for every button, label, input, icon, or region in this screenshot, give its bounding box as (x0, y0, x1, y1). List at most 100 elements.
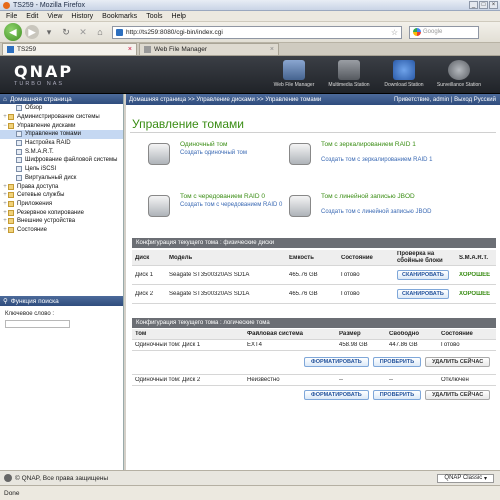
url-bar[interactable]: http://ts259:8080/cgi-bin/index.cgi ☆ (112, 25, 402, 39)
folder-icon (8, 200, 14, 207)
breadcrumb-path[interactable]: Домашняя страница >> Управление дисками … (129, 97, 321, 103)
folder-icon (8, 218, 14, 225)
sidebar-item-label: Приложения (17, 200, 53, 207)
delete-button[interactable]: УДАЛИТЬ СЕЙЧАС (425, 357, 491, 367)
jbod-option: Том с линейной записью JBOD Создать том … (289, 193, 439, 225)
volume-name: Одиночный том: Диск 1 (135, 342, 201, 348)
camera-icon (448, 60, 470, 80)
multimedia-station-shortcut[interactable]: Multimedia Station (322, 58, 376, 92)
folder-icon (8, 114, 14, 121)
smart-status-link[interactable]: ХОРОШЕЕ (456, 291, 496, 297)
maximize-button[interactable]: □ (479, 1, 488, 9)
sidebar-item[interactable]: + Права доступа (0, 182, 123, 191)
back-button[interactable]: ◀ (4, 23, 22, 41)
minimize-button[interactable]: _ (469, 1, 478, 9)
menu-view[interactable]: View (47, 13, 62, 20)
forward-button[interactable]: ▶ (25, 25, 39, 39)
page-title: Управление томами (132, 117, 244, 131)
bookmark-star-icon[interactable]: ☆ (391, 28, 398, 37)
physical-disks-header: Конфигурация текущего тома : физические … (132, 238, 496, 248)
menu-history[interactable]: History (71, 13, 93, 20)
disk-capacity: 465.76 GB (289, 291, 318, 297)
sidebar-item-label: Внешние устройства (17, 218, 76, 225)
logical-volumes-header: Конфигурация текущего тома : логические … (132, 318, 496, 328)
create-single-volume-link[interactable]: Создать одиночный том (180, 150, 298, 157)
page-icon (16, 174, 22, 181)
format-button[interactable]: ФОРМАТИРОВАТЬ (304, 357, 369, 367)
sidebar-item[interactable]: + Приложения (0, 200, 123, 209)
sidebar-item[interactable]: Виртуальный диск (0, 174, 123, 183)
sidebar-item[interactable]: − Управление дисками (0, 121, 123, 130)
check-button[interactable]: ПРОВЕРИТЬ (372, 357, 422, 367)
table-row: Диск 1 Seagate ST3500320AS SD1A 465.76 G… (132, 266, 496, 285)
web-file-manager-shortcut[interactable]: Web File Manager (267, 58, 321, 92)
tab-web-file-manager[interactable]: Web File Manager × (139, 43, 279, 55)
user-greeting[interactable]: Приветствие, admin | Выход Русский (394, 97, 496, 103)
download-station-shortcut[interactable]: Download Station (377, 58, 431, 92)
scan-button[interactable]: СКАНИРОВАТЬ (397, 270, 449, 280)
navigation-tree: Обзор + Администрирование системы − Управлен… (0, 104, 123, 234)
tab-close-icon[interactable]: × (270, 46, 274, 53)
create-raid1-link[interactable]: Создать том с зеркалированием RAID 1 (321, 157, 439, 164)
tab-favicon (7, 46, 14, 53)
volume-fs: EXT4 (247, 342, 263, 348)
col-filesystem: Файловая система (247, 331, 303, 337)
page-icon (16, 140, 22, 147)
tab-ts259[interactable]: TS259 × (2, 43, 137, 55)
table-row: Одиночный том: Диск 1 EXT4 458.98 GB 447… (132, 340, 496, 351)
sidebar-item[interactable]: + Резервное копирование (0, 208, 123, 217)
create-jbod-link[interactable]: Создать том с линейной записью JBOD (321, 209, 439, 216)
sidebar-item[interactable]: Шифрование файловой системы (0, 156, 123, 165)
logical-volumes-table-cont: Одиночный том: Диск 2 Неизвестно -- -- О… (132, 374, 496, 386)
stop-icon[interactable]: ✕ (76, 25, 90, 39)
theme-select[interactable]: QNAP Classic ▾ (437, 473, 494, 483)
home-icon[interactable]: ⌂ (93, 25, 107, 39)
status-text: Done (4, 489, 20, 497)
option-title: Том с зеркалированием RAID 1 (321, 141, 416, 148)
tab-close-icon[interactable]: × (128, 46, 132, 53)
raid1-disk-icon (289, 143, 311, 165)
multimedia-icon (338, 60, 360, 80)
sidebar-item[interactable]: Обзор (0, 104, 123, 113)
copyright: © QNAP, Все права защищены (15, 474, 109, 482)
table-row: Диск 2 Seagate ST3500320AS SD1A 465.76 G… (132, 285, 496, 304)
menu-help[interactable]: Help (172, 13, 186, 20)
dropdown-history-icon[interactable]: ▾ (42, 25, 56, 39)
sidebar-item[interactable]: + Внешние устройства (0, 217, 123, 226)
sidebar-item[interactable]: Настройка RAID (0, 139, 123, 148)
sidebar-header-label: Домашняя страница (9, 95, 72, 103)
close-button[interactable]: × (489, 1, 498, 9)
surveillance-station-shortcut[interactable]: Surveillance Station (432, 58, 486, 92)
format-button[interactable]: ФОРМАТИРОВАТЬ (304, 390, 369, 400)
volume-name: Одиночный том: Диск 2 (135, 377, 201, 383)
create-raid0-link[interactable]: Создать том с чередованием RAID 0 (180, 202, 298, 209)
sidebar-item-label: Права доступа (17, 183, 59, 190)
col-smart: S.M.A.R.T. (459, 254, 489, 261)
folder-icon (8, 183, 14, 190)
delete-button[interactable]: УДАЛИТЬ СЕЙЧАС (425, 390, 491, 400)
firefox-icon (3, 1, 10, 9)
menu-file[interactable]: File (6, 13, 17, 20)
sidebar-item[interactable]: Управление томами (0, 130, 123, 139)
keyword-input[interactable] (5, 320, 70, 328)
raid1-option: Том с зеркалированием RAID 1 Создать том… (289, 141, 439, 173)
search-icon: ⚲ (3, 298, 8, 305)
sidebar-header[interactable]: ⌂ Домашняя страница (0, 94, 123, 104)
col-volume: Том (135, 331, 147, 337)
menu-bookmarks[interactable]: Bookmarks (102, 13, 137, 20)
check-button[interactable]: ПРОВЕРИТЬ (372, 390, 422, 400)
sidebar-item[interactable]: + Состояние (0, 226, 123, 235)
sidebar-item-label: Сетевые службы (17, 192, 65, 199)
sidebar-item[interactable]: Цель iSCSI (0, 165, 123, 174)
search-box[interactable]: Google (409, 25, 479, 39)
sidebar-item[interactable]: + Администрирование системы (0, 113, 123, 122)
scan-button[interactable]: СКАНИРОВАТЬ (397, 289, 449, 299)
qnap-subtitle: TURBO NAS (14, 81, 65, 87)
sidebar-item[interactable]: + Сетевые службы (0, 191, 123, 200)
reload-icon[interactable]: ↻ (59, 25, 73, 39)
sidebar-item[interactable]: S.M.A.R.T. (0, 147, 123, 156)
menu-edit[interactable]: Edit (26, 13, 38, 20)
menu-tools[interactable]: Tools (146, 13, 162, 20)
smart-status-link[interactable]: ХОРОШЕЕ (456, 272, 496, 278)
volume1-actions: ФОРМАТИРОВАТЬ ПРОВЕРИТЬ УДАЛИТЬ СЕЙЧАС (304, 357, 491, 367)
